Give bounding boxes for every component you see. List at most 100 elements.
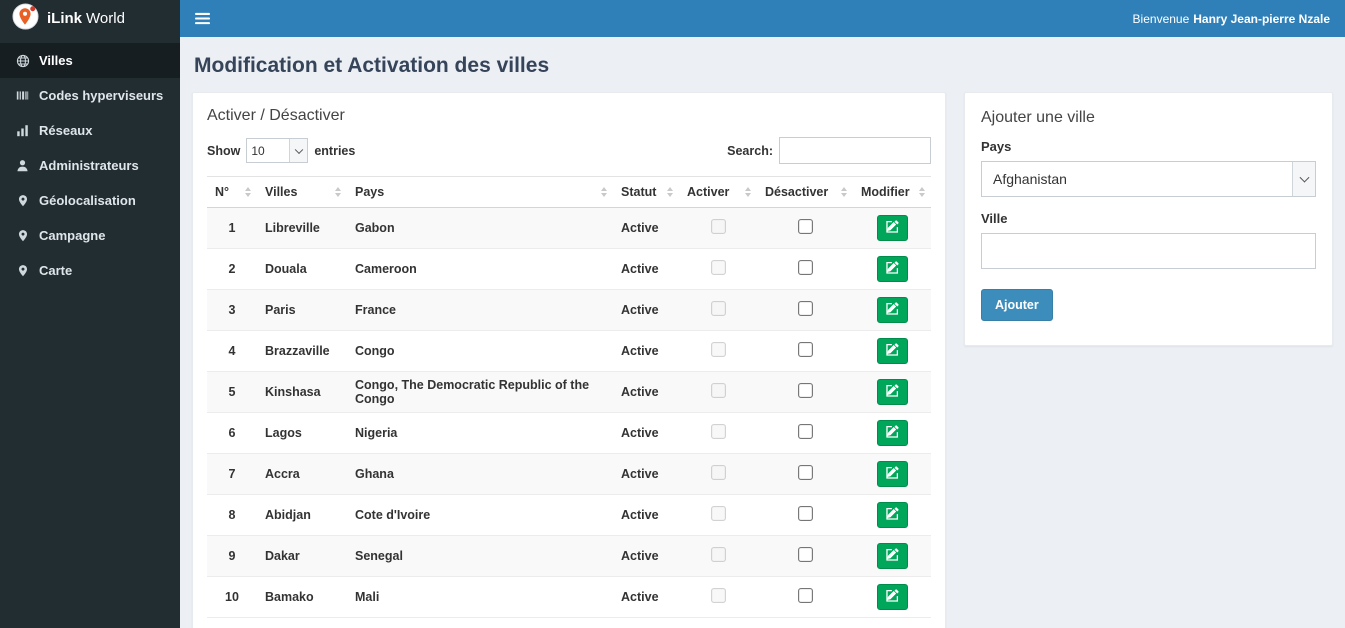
row-number-cell: 10 (207, 576, 257, 618)
activer-checkbox[interactable] (710, 383, 726, 398)
statut-cell: Active (613, 453, 679, 495)
modifier-button[interactable] (876, 420, 908, 446)
modifier-button[interactable] (876, 461, 908, 487)
pays-cell: Congo (347, 330, 613, 372)
pays-label: Pays (981, 139, 1012, 154)
column-header-n[interactable]: N° (207, 176, 257, 208)
sidebar-item-g-olocalisation[interactable]: Géolocalisation (0, 183, 180, 218)
ville-cell: Dakar (257, 535, 347, 577)
sort-icon (919, 187, 925, 197)
show-label: Show (207, 143, 241, 158)
desactiver-checkbox[interactable] (797, 424, 813, 439)
modifier-button[interactable] (876, 584, 908, 610)
statut-cell: Active (613, 330, 679, 372)
ajouter-button[interactable]: Ajouter (981, 289, 1053, 321)
column-header-villes[interactable]: Villes (257, 176, 347, 208)
desactiver-checkbox[interactable] (797, 506, 813, 521)
activer-checkbox[interactable] (710, 506, 726, 521)
row-number-cell: 4 (207, 330, 257, 372)
pays-cell: Cameroon (347, 248, 613, 290)
modifier-button[interactable] (876, 256, 908, 282)
column-header-pays[interactable]: Pays (347, 176, 613, 208)
brand[interactable]: iLink World (0, 0, 180, 37)
pays-cell: Senegal (347, 535, 613, 577)
column-header-d-sactiver[interactable]: Désactiver (757, 176, 853, 208)
activer-checkbox[interactable] (710, 465, 726, 480)
sidebar-item-label: Géolocalisation (39, 193, 136, 208)
pays-cell: Ghana (347, 453, 613, 495)
sidebar-item-campagne[interactable]: Campagne (0, 218, 180, 253)
main-content: Modification et Activation des villes Ac… (180, 37, 1345, 628)
search-input[interactable] (779, 137, 931, 164)
page-length-control: Show 10 entries (207, 138, 355, 163)
desactiver-checkbox[interactable] (797, 260, 813, 275)
ville-input[interactable] (981, 233, 1316, 269)
statut-cell: Active (613, 289, 679, 331)
desactiver-checkbox[interactable] (797, 219, 813, 234)
page-length-select[interactable]: 10 (246, 138, 309, 163)
desactiver-checkbox[interactable] (797, 301, 813, 316)
activer-checkbox[interactable] (710, 424, 726, 439)
table-controls: Show 10 entries Search: (207, 137, 931, 164)
map-marker-icon (15, 194, 30, 207)
statut-cell: Active (613, 207, 679, 249)
desactiver-checkbox[interactable] (797, 342, 813, 357)
sidebar-toggle-icon[interactable] (195, 12, 210, 25)
statut-cell: Active (613, 412, 679, 454)
table-row: 5 Kinshasa Congo, The Democratic Republic … (207, 371, 931, 413)
ville-cell: Bamako (257, 576, 347, 618)
desactiver-checkbox[interactable] (797, 547, 813, 562)
brand-text: iLink World (47, 10, 125, 27)
row-number-cell: 2 (207, 248, 257, 290)
sidebar-item-label: Réseaux (39, 123, 93, 138)
sidebar-item-carte[interactable]: Carte (0, 253, 180, 288)
edit-icon (885, 384, 899, 400)
modifier-button[interactable] (876, 297, 908, 323)
statut-cell: Active (613, 494, 679, 536)
desactiver-checkbox[interactable] (797, 588, 813, 603)
cities-table-card: Activer / Désactiver Show 10 entries Sea… (192, 92, 946, 628)
modifier-button[interactable] (876, 379, 908, 405)
pays-cell: Congo, The Democratic Republic of the Co… (347, 371, 613, 413)
pays-cell: Gabon (347, 207, 613, 249)
activer-checkbox[interactable] (710, 342, 726, 357)
column-label: Villes (265, 185, 298, 199)
activer-checkbox[interactable] (710, 219, 726, 234)
sort-icon (245, 187, 251, 197)
activer-checkbox[interactable] (710, 301, 726, 316)
desactiver-checkbox[interactable] (797, 383, 813, 398)
table-row: 9 Dakar Senegal Active (207, 535, 931, 577)
sidebar-item-villes[interactable]: Villes (0, 43, 180, 78)
ville-cell: Lagos (257, 412, 347, 454)
table-row: 3 Paris France Active (207, 289, 931, 331)
sort-icon (745, 187, 751, 197)
welcome-text[interactable]: Bienvenue Hanry Jean-pierre Nzale (1133, 12, 1330, 26)
row-number-cell: 6 (207, 412, 257, 454)
row-number-cell: 8 (207, 494, 257, 536)
edit-icon (885, 507, 899, 523)
modifier-button[interactable] (876, 215, 908, 241)
ville-cell: Paris (257, 289, 347, 331)
activer-checkbox[interactable] (710, 588, 726, 603)
pays-select[interactable]: Afghanistan (981, 161, 1316, 197)
row-number-cell: 9 (207, 535, 257, 577)
sidebar-menu: Villes Codes hyperviseurs Réseaux Administr… (0, 43, 180, 288)
sidebar-item-codes-hyperviseurs[interactable]: Codes hyperviseurs (0, 78, 180, 113)
column-label: Désactiver (765, 185, 829, 199)
activer-checkbox[interactable] (710, 260, 726, 275)
column-header-statut[interactable]: Statut (613, 176, 679, 208)
column-label: Pays (355, 185, 385, 199)
column-header-activer[interactable]: Activer (679, 176, 757, 208)
search-control: Search: (727, 137, 931, 164)
modifier-button[interactable] (876, 338, 908, 364)
row-number-cell: 3 (207, 289, 257, 331)
navbar: Bienvenue Hanry Jean-pierre Nzale (180, 0, 1345, 37)
column-header-modifier[interactable]: Modifier (853, 176, 931, 208)
modifier-button[interactable] (876, 502, 908, 528)
sidebar-item-r-seaux[interactable]: Réseaux (0, 113, 180, 148)
sidebar-item-administrateurs[interactable]: Administrateurs (0, 148, 180, 183)
edit-icon (885, 220, 899, 236)
activer-checkbox[interactable] (710, 547, 726, 562)
modifier-button[interactable] (876, 543, 908, 569)
desactiver-checkbox[interactable] (797, 465, 813, 480)
